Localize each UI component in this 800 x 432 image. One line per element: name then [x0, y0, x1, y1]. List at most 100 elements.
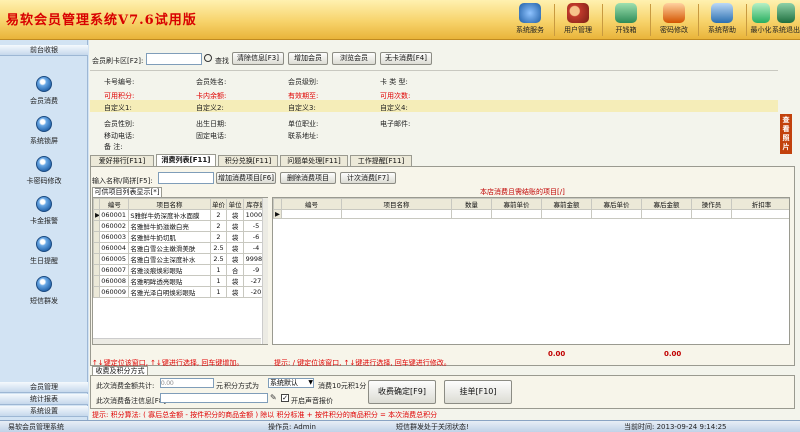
- delete-consume-item-button[interactable]: 删除消费项目: [280, 172, 336, 184]
- available-items-tab[interactable]: 可供项目列表显示[*]: [92, 187, 162, 197]
- table-cell: 2: [209, 209, 228, 221]
- status-company: 易软会员管理系统: [8, 423, 64, 431]
- table-row[interactable]: 060002 名雅鲜牛奶滋嫩白亮 2 袋 -5: [93, 220, 267, 232]
- bill-col-pre-discount-amount[interactable]: 寡前金额: [541, 198, 592, 210]
- pre-discount-total: 0.00: [548, 350, 566, 358]
- bill-col-discount-rate[interactable]: 折扣率: [731, 198, 789, 210]
- table-cell: 袋: [226, 253, 244, 265]
- table-cell: 2: [209, 231, 228, 243]
- system-help-button[interactable]: 系统帮助: [700, 2, 744, 38]
- table-cell: S雅鲜牛奶深度补水面膜: [128, 209, 211, 221]
- sidebar-item-lock-screen[interactable]: 系统锁屏: [14, 116, 74, 146]
- tab-work-reminder[interactable]: 工作提醒[F11]: [350, 155, 412, 166]
- birth-date-label: 出生日期:: [196, 120, 227, 128]
- bill-col-post-discount-amount[interactable]: 寡后金额: [641, 198, 692, 210]
- tab-issue-handling[interactable]: 问题单处理[F11]: [280, 155, 348, 166]
- custom-field-2-label: 自定义2:: [196, 104, 224, 112]
- bill-col-item-name[interactable]: 项目名称: [341, 198, 452, 210]
- tab-hobby-ranking[interactable]: 爱好排行[F11]: [90, 155, 154, 166]
- bill-header-row: 编号 项目名称 数量 寡前单价 寡前金额 寡后单价 寡后金额 操作员 折扣率: [273, 198, 789, 210]
- occupation-label: 单位职业:: [288, 120, 319, 128]
- toolbar-divider: [650, 4, 651, 36]
- browse-members-button[interactable]: 浏览会员: [332, 52, 376, 65]
- sidebar-item-member-consume[interactable]: 会员消费: [14, 76, 74, 106]
- table-cell: 名雅鲜牛奶切肌: [128, 231, 211, 243]
- table-row[interactable]: 060005 名雅白雪公主深度补水 2.5 袋 99985: [93, 253, 267, 265]
- sidebar: 前台收银 会员消费 系统锁屏 卡密码修改 卡金报警 生日提醒 短信群发 会员管理…: [0, 40, 88, 420]
- minimize-button[interactable]: 最小化: [748, 2, 774, 38]
- items-header-row: 编号 项目名称 单价 单位 库存量: [93, 198, 267, 210]
- points-method-select[interactable]: 系统默认 ▼: [268, 378, 314, 388]
- alert-icon: [36, 196, 52, 212]
- table-cell: 060008: [99, 275, 130, 287]
- custom-fields-row: [90, 100, 778, 112]
- consume-total-label: 此次消费金额共计:: [96, 382, 155, 390]
- sidebar-footer-member-management[interactable]: 会员管理: [0, 382, 88, 393]
- card-swipe-label: 会员刷卡区[F2]:: [92, 57, 144, 65]
- items-horizontal-scrollbar[interactable]: [93, 338, 261, 344]
- table-cell: 合: [226, 264, 244, 276]
- card-swipe-input[interactable]: [146, 53, 202, 65]
- bill-empty-row[interactable]: ▶: [273, 209, 789, 219]
- system-service-button[interactable]: 系统服务: [508, 2, 552, 38]
- table-cell: 1: [209, 286, 228, 298]
- col-header-price[interactable]: 单价: [209, 198, 228, 210]
- clear-info-button[interactable]: 清除信息[F3]: [232, 52, 284, 65]
- remark-note-input[interactable]: [160, 393, 268, 403]
- bill-col-pre-discount-price[interactable]: 寡前单价: [491, 198, 542, 210]
- toolbar-divider: [554, 4, 555, 36]
- pencil-icon[interactable]: ✎: [270, 393, 278, 403]
- status-bar: 易软会员管理系统 操作员: Admin 短信群发处于关闭状态! 当前时间: 20…: [0, 420, 800, 432]
- row-pointer: ▶: [93, 209, 101, 221]
- sound-checkbox[interactable]: ✓: [281, 394, 289, 402]
- sidebar-header-cashier[interactable]: 前台收银: [0, 45, 88, 56]
- sidebar-footer-reports[interactable]: 统计报表: [0, 394, 88, 405]
- table-cell: 060007: [99, 264, 130, 276]
- sound-label: 开启声音报价: [291, 397, 333, 405]
- confirm-payment-button[interactable]: 收费确定[F9]: [368, 380, 436, 404]
- table-row[interactable]: 060008 名雅明眸透亮眼贴 1 袋 -27: [93, 275, 267, 287]
- system-exit-button[interactable]: 系统退出: [772, 2, 800, 38]
- items-scrollbar[interactable]: [262, 198, 268, 344]
- sidebar-item-birthday-reminder[interactable]: 生日提醒: [14, 236, 74, 266]
- top-toolbar: 易软会员管理系统V7.6试用版 系统服务 用户管理 开钱箱 密码修改 系统帮助 …: [0, 0, 800, 40]
- count-consume-button[interactable]: 计次消费[F7]: [340, 172, 396, 184]
- payment-tab[interactable]: 收费及积分方式: [92, 366, 148, 375]
- table-row[interactable]: 060004 名雅白雪公主嫩滑美肤 2.5 袋 -4: [93, 242, 267, 254]
- sidebar-item-sms-broadcast[interactable]: 短信群发: [14, 276, 74, 306]
- bill-col-operator[interactable]: 操作员: [691, 198, 732, 210]
- table-row[interactable]: 060007 名雅淡痕焕彩眼贴 1 合 -9: [93, 264, 267, 276]
- items-table-container: 编号 项目名称 单价 单位 库存量 ▶ 060001 S雅鲜牛奶深度补水面膜 2 袋 10…: [92, 197, 268, 345]
- change-password-button[interactable]: 密码修改: [652, 2, 696, 38]
- bill-col-quantity[interactable]: 数量: [451, 198, 492, 210]
- open-cash-drawer-button[interactable]: 开钱箱: [604, 2, 648, 38]
- toolbar-divider: [746, 4, 747, 36]
- divider: [90, 70, 778, 71]
- bill-col-post-discount-price[interactable]: 寡后单价: [591, 198, 642, 210]
- no-card-consume-button[interactable]: 无卡消费[F4]: [380, 52, 432, 65]
- table-row[interactable]: ▶ 060001 S雅鲜牛奶深度补水面膜 2 袋 10004: [93, 209, 267, 221]
- table-row[interactable]: 060009 名雅光泽白明焕彩眼贴 1 袋 -20: [93, 286, 267, 298]
- user-management-button[interactable]: 用户管理: [556, 2, 600, 38]
- member-name-label: 会员姓名:: [196, 78, 227, 86]
- tab-consume-list[interactable]: 消费列表[F11]: [156, 154, 216, 166]
- sidebar-footer-settings[interactable]: 系统设置: [0, 406, 88, 417]
- col-header-item-name[interactable]: 项目名称: [128, 198, 211, 210]
- consume-total-input[interactable]: [160, 378, 214, 388]
- view-photo-tab[interactable]: 查看照片: [780, 114, 792, 154]
- card-number-label: 卡号编号:: [104, 78, 135, 86]
- item-search-input[interactable]: [158, 172, 214, 184]
- tab-points-exchange[interactable]: 积分兑换[F11]: [218, 155, 278, 166]
- sidebar-item-card-password[interactable]: 卡密码修改: [14, 156, 74, 186]
- bill-col-code[interactable]: 编号: [281, 198, 342, 210]
- col-header-unit[interactable]: 单位: [226, 198, 244, 210]
- sidebar-item-balance-alert[interactable]: 卡金报警: [14, 196, 74, 226]
- table-cell: 袋: [226, 242, 244, 254]
- add-consume-item-button[interactable]: 增加消费项目[F6]: [216, 172, 276, 184]
- col-header-code[interactable]: 编号: [99, 198, 130, 210]
- hold-order-button[interactable]: 挂单[F10]: [444, 380, 512, 404]
- add-member-button[interactable]: 增加会员: [288, 52, 328, 65]
- search-icon[interactable]: [204, 54, 212, 62]
- table-row[interactable]: 060003 名雅鲜牛奶切肌 2 袋 -6: [93, 231, 267, 243]
- bill-hint: 提示: / 键定位该窗口, ↑↓键进行选择, 回车键进行修改。: [274, 359, 451, 367]
